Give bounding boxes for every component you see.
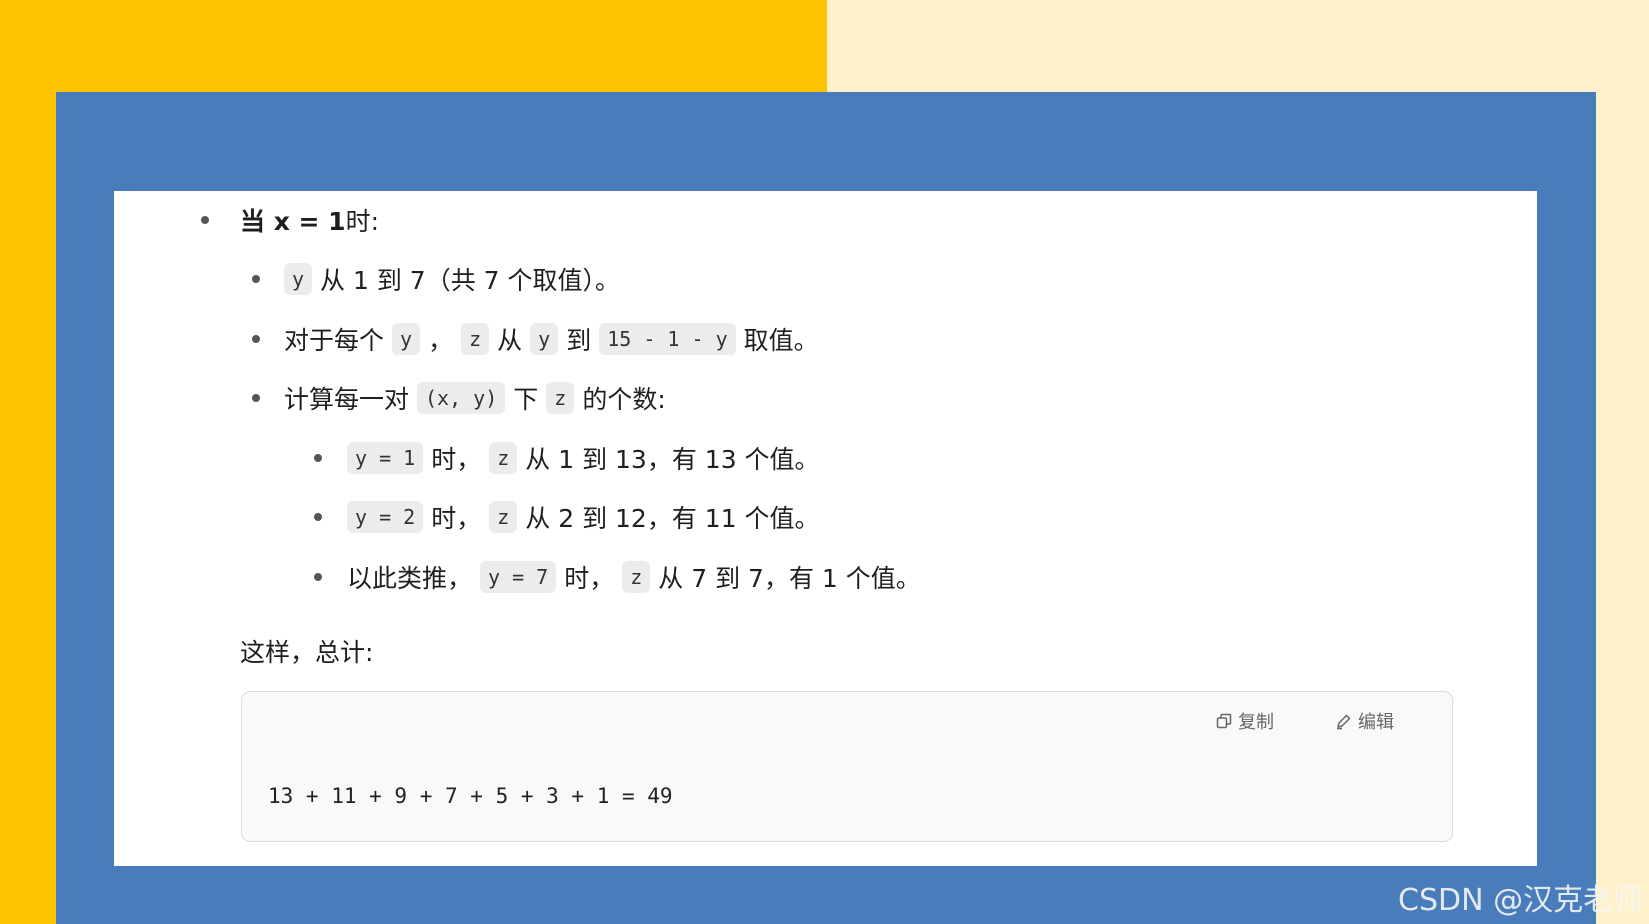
- inline-code: z: [461, 323, 490, 355]
- inline-code: z: [489, 442, 518, 474]
- bullet-count-pairs: 计算每一对 (x, y) 下 z 的个数:: [252, 378, 666, 418]
- bullet-y-equals-1: y = 1 时， z 从 1 到 13，有 13 个值。: [314, 438, 820, 478]
- text: 的个数:: [582, 385, 666, 414]
- edit-button[interactable]: 编辑: [1335, 708, 1394, 734]
- text: 时，: [431, 445, 482, 474]
- bullet-dot: [314, 573, 322, 581]
- bullet-y-range: y 从 1 到 7（共 7 个取值）。: [252, 259, 620, 299]
- text: 时，: [564, 564, 615, 593]
- text: 从 1 到 13，有 13 个值。: [525, 445, 820, 474]
- bullet-x-equals-1: 当 x = 1 时:: [201, 200, 380, 240]
- text: 时:: [345, 207, 380, 236]
- bold-heading: 当 x = 1: [240, 207, 346, 236]
- copy-button[interactable]: 复制: [1216, 708, 1274, 734]
- code-block: 复制 编辑 13 + 11 + 9 + 7 + 5 + 3 + 1 = 49: [241, 691, 1453, 842]
- inline-code: y = 2: [347, 501, 424, 533]
- text: 对于每个: [284, 326, 385, 355]
- bullet-dot: [252, 335, 260, 343]
- text: 从 2 到 12，有 11 个值。: [525, 504, 820, 533]
- bullet-z-range: 对于每个 y ， z 从 y 到 15 - 1 - y 取值。: [252, 319, 819, 359]
- copy-icon: [1216, 713, 1232, 729]
- text: 计算每一对: [284, 385, 410, 414]
- inline-code: y: [530, 323, 559, 355]
- inline-code: y = 7: [480, 561, 557, 593]
- watermark: CSDN @汉克老师: [1398, 883, 1644, 918]
- inline-code: z: [546, 382, 575, 414]
- bullet-dot: [252, 394, 260, 402]
- inline-code: y: [284, 263, 313, 295]
- bullet-dot: [314, 454, 322, 462]
- bullet-dot: [201, 216, 209, 224]
- copy-label: 复制: [1238, 712, 1274, 733]
- bullet-y-equals-2: y = 2 时， z 从 2 到 12，有 11 个值。: [314, 497, 820, 537]
- text: 从 1 到 7（共 7 个取值）。: [320, 266, 620, 295]
- text: 从 7 到 7，有 1 个值。: [658, 564, 921, 593]
- inline-code: z: [489, 501, 518, 533]
- edit-label: 编辑: [1358, 712, 1394, 733]
- inline-code: y: [392, 323, 421, 355]
- inline-code: y = 1: [347, 442, 424, 474]
- bullet-y-equals-7: 以此类推， y = 7 时， z 从 7 到 7，有 1 个值。: [314, 557, 921, 597]
- text: ，: [428, 326, 454, 355]
- code-text: 13 + 11 + 9 + 7 + 5 + 3 + 1 = 49: [268, 784, 673, 808]
- inline-code: 15 - 1 - y: [599, 323, 736, 355]
- text: 取值。: [743, 326, 819, 355]
- text: 以此类推，: [347, 564, 473, 593]
- bullet-dot: [314, 513, 322, 521]
- answer-content: 当 x = 1 时: y 从 1 到 7（共 7 个取值）。 对于每个 y ， …: [114, 191, 1537, 866]
- text: 下: [513, 385, 539, 414]
- text: 这样，总计:: [240, 638, 374, 667]
- edit-icon: [1337, 714, 1351, 729]
- text: 到: [566, 326, 592, 355]
- summary-text: 这样，总计:: [240, 631, 373, 671]
- inline-code: (x, y): [417, 382, 506, 414]
- inline-code: z: [622, 561, 651, 593]
- text: 从: [497, 326, 523, 355]
- text: 时，: [431, 504, 482, 533]
- bullet-dot: [252, 275, 260, 283]
